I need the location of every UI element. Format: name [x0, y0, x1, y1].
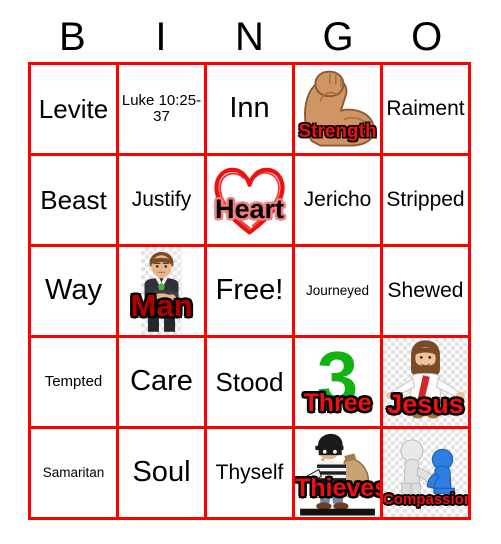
- bingo-cell-beast[interactable]: Beast: [31, 156, 119, 247]
- burglar-icon: [295, 429, 380, 517]
- bingo-cell-man[interactable]: Man: [119, 247, 207, 338]
- bingo-cell-justify[interactable]: Justify: [119, 156, 207, 247]
- bingo-cell-tempted[interactable]: Tempted: [31, 338, 119, 429]
- bingo-cell-strength[interactable]: Strength: [295, 65, 383, 156]
- cell-label: Free!: [215, 274, 284, 307]
- bingo-card: B I N G O Levite Luke 10:25-37 Inn Stren…: [0, 0, 501, 544]
- bingo-cell-levite[interactable]: Levite: [31, 65, 119, 156]
- bingo-cell-samaritan[interactable]: Samaritan: [31, 429, 119, 520]
- bingo-cell-care[interactable]: Care: [119, 338, 207, 429]
- bingo-cell-three[interactable]: 3 Three: [295, 338, 383, 429]
- heart-outline-icon: [207, 156, 292, 244]
- number-three-icon: 3: [316, 338, 359, 419]
- header-letter-g: G: [322, 15, 354, 59]
- bingo-cell-way[interactable]: Way: [31, 247, 119, 338]
- bingo-cell-soul[interactable]: Soul: [119, 429, 207, 520]
- bingo-cell-heart[interactable]: Heart: [207, 156, 295, 247]
- cell-label: Inn: [229, 92, 270, 125]
- bingo-cell-stood[interactable]: Stood: [207, 338, 295, 429]
- jesus-icon: [383, 338, 468, 426]
- businessman-icon: [119, 247, 204, 335]
- cell-label: Thyself: [215, 461, 284, 485]
- bingo-cell-free[interactable]: Free!: [207, 247, 295, 338]
- helping-figures-icon: [383, 429, 468, 517]
- header-letter-i: I: [155, 15, 167, 59]
- cell-label: Beast: [40, 184, 107, 215]
- cell-label: Shewed: [387, 279, 464, 303]
- bingo-cell-thyself[interactable]: Thyself: [207, 429, 295, 520]
- bingo-cell-thieves[interactable]: Thieves: [295, 429, 383, 520]
- bingo-cell-shewed[interactable]: Shewed: [383, 247, 471, 338]
- cell-label: Levite: [38, 93, 109, 124]
- cell-label: Soul: [132, 456, 191, 489]
- bingo-cell-jericho[interactable]: Jericho: [295, 156, 383, 247]
- cell-label: Journeyed: [305, 282, 370, 298]
- header-letter-b: B: [58, 15, 86, 59]
- cell-label: Stripped: [386, 188, 465, 212]
- cell-label: Care: [130, 365, 193, 398]
- header-letter-n: N: [235, 15, 264, 59]
- cell-label: Justify: [131, 188, 192, 212]
- bingo-cell-inn[interactable]: Inn: [207, 65, 295, 156]
- bingo-cell-luke-reference[interactable]: Luke 10:25-37: [119, 65, 207, 156]
- cell-label: Luke 10:25-37: [121, 91, 202, 125]
- bingo-cell-journeyed[interactable]: Journeyed: [295, 247, 383, 338]
- bingo-cell-compassion[interactable]: Compassion: [383, 429, 471, 520]
- flexed-biceps-icon: [295, 65, 380, 153]
- cell-label: Tempted: [44, 372, 103, 390]
- bingo-grid: Levite Luke 10:25-37 Inn Strength Raimen…: [28, 62, 471, 520]
- cell-label: Jericho: [303, 188, 372, 212]
- cell-label: Raiment: [386, 97, 465, 121]
- cell-label: Stood: [215, 366, 284, 397]
- bingo-header: B I N G O: [28, 14, 471, 60]
- bingo-cell-jesus[interactable]: Jesus: [383, 338, 471, 429]
- header-letter-o: O: [411, 15, 443, 59]
- bingo-cell-stripped[interactable]: Stripped: [383, 156, 471, 247]
- cell-label: Samaritan: [42, 464, 105, 480]
- bingo-cell-raiment[interactable]: Raiment: [383, 65, 471, 156]
- cell-label: Way: [45, 274, 102, 307]
